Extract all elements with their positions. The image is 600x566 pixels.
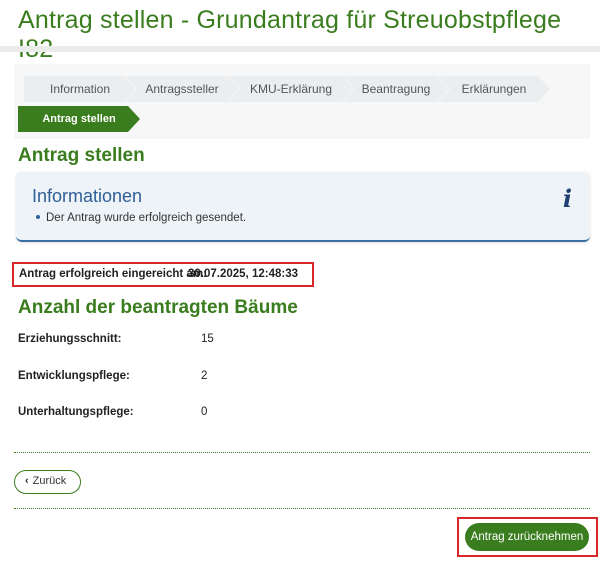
page-title: Antrag stellen - Grundantrag für Streuob…: [18, 6, 562, 63]
wizard-step-information[interactable]: Information: [24, 76, 136, 102]
tree-row-label: Erziehungsschnitt:: [18, 333, 122, 345]
tree-row-label: Entwicklungspflege:: [18, 370, 130, 382]
tree-row-label: Unterhaltungspflege:: [18, 406, 134, 418]
wizard-step-antragssteller[interactable]: Antragssteller: [125, 76, 239, 102]
section-divider: [14, 452, 590, 453]
info-message-text: Der Antrag wurde erfolgreich gesendet.: [46, 212, 247, 224]
wizard-steps: Information Antragssteller KMU-Erklärung…: [14, 64, 590, 139]
wizard-step-erklaerungen[interactable]: Erklärungen: [438, 76, 550, 102]
submission-value: 30.07.2025, 12:48:33: [188, 268, 298, 280]
trees-title: Anzahl der beantragten Bäume: [18, 297, 298, 318]
back-button[interactable]: ‹ Zurück: [14, 470, 81, 494]
tree-row-value: 2: [201, 370, 208, 382]
section-title: Antrag stellen: [18, 145, 145, 166]
section-divider: [14, 508, 590, 509]
info-icon: i: [562, 184, 572, 213]
title-divider: [0, 46, 600, 52]
tree-row-value: 15: [201, 333, 214, 345]
back-button-label: Zurück: [32, 475, 67, 487]
info-message: Der Antrag wurde erfolgreich gesendet.: [32, 212, 246, 224]
wizard-step-antrag-stellen[interactable]: Antrag stellen: [18, 106, 140, 132]
tree-row-value: 0: [201, 406, 208, 418]
submission-timestamp: Antrag erfolgreich eingereicht am: 30.07…: [12, 262, 314, 287]
withdraw-application-button[interactable]: Antrag zurücknehmen: [465, 523, 589, 551]
wizard-step-beantragung[interactable]: Beantragung: [343, 76, 449, 102]
info-panel: Informationen Der Antrag wurde erfolgrei…: [16, 172, 590, 242]
chevron-left-icon: ‹: [25, 475, 29, 487]
submission-label: Antrag erfolgreich eingereicht am:: [19, 268, 207, 280]
wizard-step-kmu-erklaerung[interactable]: KMU-Erklärung: [228, 76, 354, 102]
bullet-icon: [36, 215, 40, 219]
info-title: Informationen: [32, 186, 143, 206]
